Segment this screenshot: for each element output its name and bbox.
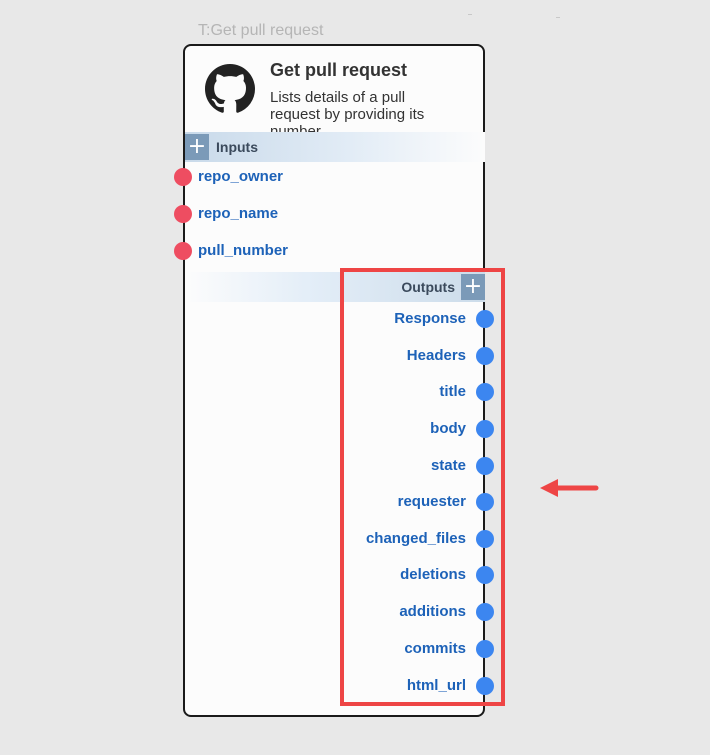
output-port-dot[interactable] <box>476 566 494 584</box>
output-port-label: html_url <box>406 677 466 694</box>
output-port-label: body <box>430 420 466 437</box>
output-port-dot[interactable] <box>476 640 494 658</box>
input-port-label: repo_owner <box>198 168 284 185</box>
output-port-label: deletions <box>400 566 466 583</box>
output-port-dot[interactable] <box>476 310 494 328</box>
node-title: Get pull request <box>270 60 408 80</box>
output-port-dot[interactable] <box>476 677 494 695</box>
inputs-label: Inputs <box>216 139 258 155</box>
canvas-mark <box>468 14 472 15</box>
output-port-dot[interactable] <box>476 347 494 365</box>
output-port-label: state <box>430 457 466 474</box>
github-logo-icon <box>205 64 255 113</box>
output-port-label: commits <box>404 640 466 657</box>
node-description: Lists details of a pull request by provi… <box>270 89 425 132</box>
inputs-section-header: + Inputs <box>185 132 485 162</box>
outputs-section-header: Outputs + <box>185 272 485 302</box>
pointer-arrow-icon <box>540 479 599 497</box>
outputs-label: Outputs <box>401 279 455 295</box>
input-port-dot[interactable] <box>174 205 192 223</box>
add-input-button[interactable]: + <box>185 134 209 160</box>
input-port-dot[interactable] <box>174 168 192 186</box>
output-port-label: changed_files <box>365 530 466 547</box>
output-port-label: Headers <box>406 347 466 364</box>
input-port-label: repo_name <box>198 205 279 222</box>
node-caption: T:Get pull request <box>198 22 324 39</box>
output-port-dot[interactable] <box>476 420 494 438</box>
node-header: Get pull request Lists details of a pull… <box>185 46 483 132</box>
output-port-label: Response <box>394 310 466 327</box>
output-port-dot[interactable] <box>476 530 494 548</box>
input-port-dot[interactable] <box>174 242 192 260</box>
pull-request-node[interactable]: Get pull request Lists details of a pull… <box>174 44 494 717</box>
output-port-label: title <box>439 383 466 400</box>
output-port-dot[interactable] <box>476 493 494 511</box>
output-port-dot[interactable] <box>476 457 494 475</box>
output-port-label: additions <box>399 603 466 620</box>
add-output-button[interactable]: + <box>461 274 485 300</box>
input-port-label: pull_number <box>198 242 289 259</box>
output-port-dot[interactable] <box>476 603 494 621</box>
canvas-mark <box>556 17 560 18</box>
output-port-dot[interactable] <box>476 383 494 401</box>
output-port-label: requester <box>397 493 466 510</box>
